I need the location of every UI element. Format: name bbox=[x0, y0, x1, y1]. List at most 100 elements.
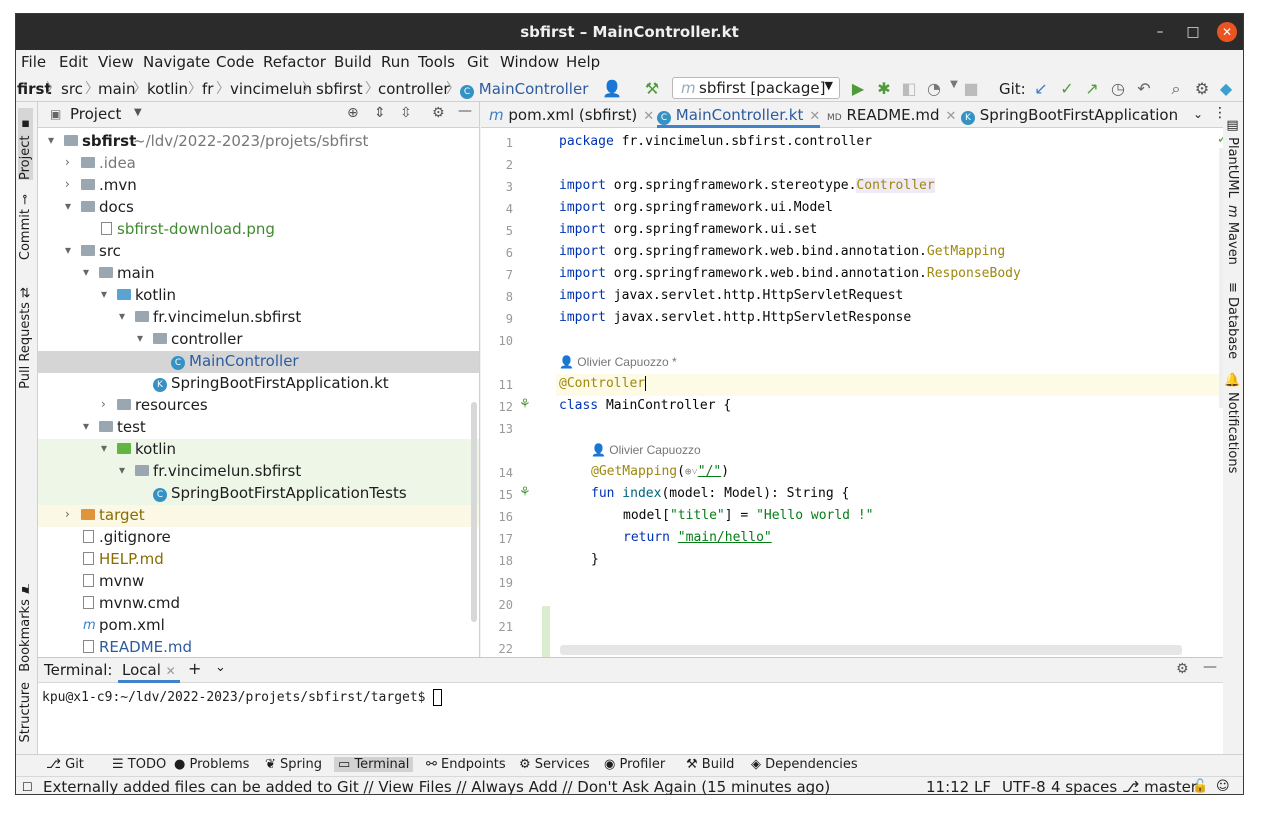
project-scrollbar[interactable] bbox=[471, 402, 477, 622]
stop-icon[interactable]: ■ bbox=[962, 79, 980, 98]
indent-setting[interactable]: 4 spaces bbox=[1051, 778, 1117, 794]
tree-item-controller[interactable]: ▾ controller bbox=[38, 329, 479, 351]
inspection-ok-icon[interactable]: ✓ bbox=[1217, 132, 1223, 147]
caret-position[interactable]: 11:12 bbox=[926, 778, 969, 794]
square-icon[interactable]: ☐ bbox=[22, 780, 33, 794]
menu-refactor[interactable]: Refactor bbox=[263, 53, 326, 71]
breadcrumb-vincimelun[interactable]: vincimelun bbox=[230, 80, 312, 98]
tree-item-main[interactable]: ▾ main bbox=[38, 263, 479, 285]
tool-endpoints[interactable]: ⚯ Endpoints bbox=[426, 757, 506, 772]
code-line-11[interactable]: @Controller bbox=[559, 376, 647, 391]
breadcrumb-fr[interactable]: fr bbox=[202, 80, 213, 98]
breadcrumb-kotlin[interactable]: kotlin bbox=[147, 80, 188, 98]
tab-plantuml[interactable]: ▤ PlantUML bbox=[1225, 118, 1240, 198]
locate-icon[interactable]: ⊕ bbox=[347, 105, 359, 121]
maximize-icon[interactable]: □ bbox=[1183, 22, 1203, 42]
menu-edit[interactable]: Edit bbox=[59, 53, 88, 71]
menu-git[interactable]: Git bbox=[467, 53, 489, 71]
project-header-label[interactable]: Project bbox=[70, 105, 121, 123]
git-commit-icon[interactable]: ✓ bbox=[1058, 79, 1076, 98]
collapse-all-icon[interactable]: ⇳ bbox=[400, 105, 412, 121]
tree-item-application[interactable]: K SpringBootFirstApplication.kt bbox=[38, 373, 479, 395]
chevron-down-icon[interactable]: ▼ bbox=[945, 79, 963, 90]
hammer-icon[interactable]: ⚒ bbox=[643, 79, 661, 98]
code-line-15[interactable]: fun index(model: Model): String { bbox=[591, 486, 849, 501]
code-line-6[interactable]: import org.springframework.web.bind.anno… bbox=[559, 244, 1005, 259]
breadcrumb-controller[interactable]: controller bbox=[378, 80, 450, 98]
close-icon[interactable]: ✕ bbox=[166, 664, 176, 678]
inspector-icon[interactable]: ☺ bbox=[1216, 779, 1230, 794]
tree-item-resources[interactable]: › resources bbox=[38, 395, 479, 417]
run-icon[interactable]: ▶ bbox=[849, 79, 867, 98]
tool-spring[interactable]: ❦ Spring bbox=[265, 757, 322, 772]
menu-window[interactable]: Window bbox=[500, 53, 559, 71]
tree-item-src[interactable]: ▾ src bbox=[38, 241, 479, 263]
code-line-17[interactable]: return "main/hello" bbox=[623, 530, 772, 545]
tree-item-docs[interactable]: ▾ docs bbox=[38, 197, 479, 219]
tree-item-test-package[interactable]: ▾ fr.vincimelun.sbfirst bbox=[38, 461, 479, 483]
rollback-icon[interactable]: ↶ bbox=[1135, 79, 1153, 98]
menu-build[interactable]: Build bbox=[334, 53, 372, 71]
tree-item-gitignore[interactable]: .gitignore bbox=[38, 527, 479, 549]
code-line-14[interactable]: @GetMapping(⊕˅"/") bbox=[591, 464, 729, 479]
tree-item-pom[interactable]: m pom.xml bbox=[38, 615, 479, 637]
tree-item-test-kotlin[interactable]: ▾ kotlin bbox=[38, 439, 479, 461]
spring-bean-icon[interactable]: ⚘ bbox=[519, 397, 531, 412]
terminal-prompt[interactable]: kpu@x1-c9:~/ldv/2022-2023/projets/sbfirs… bbox=[42, 689, 443, 706]
gear-icon[interactable]: ⚙ bbox=[1193, 79, 1211, 98]
tree-item-mvnw-cmd[interactable]: mvnw.cmd bbox=[38, 593, 479, 615]
git-update-icon[interactable]: ↙ bbox=[1032, 79, 1050, 98]
tree-item-test[interactable]: ▾ test bbox=[38, 417, 479, 439]
gear-icon[interactable]: ⚙ bbox=[432, 105, 445, 121]
hide-icon[interactable]: — bbox=[458, 103, 472, 119]
git-branch-widget[interactable]: ⎇ master bbox=[1122, 778, 1197, 794]
menu-run[interactable]: Run bbox=[381, 53, 410, 71]
editor-horizontal-scrollbar[interactable] bbox=[560, 645, 1182, 655]
tool-problems[interactable]: ● Problems bbox=[174, 757, 249, 772]
git-push-icon[interactable]: ↗ bbox=[1083, 79, 1101, 98]
tree-item-tests[interactable]: C SpringBootFirstApplicationTests bbox=[38, 483, 479, 505]
breadcrumb-maincontroller[interactable]: C MainController bbox=[460, 80, 588, 99]
status-message[interactable]: Externally added files can be added to G… bbox=[43, 778, 830, 794]
code-line-8[interactable]: import javax.servlet.http.HttpServletReq… bbox=[559, 288, 903, 303]
code-line-18[interactable]: } bbox=[591, 552, 599, 567]
terminal-tab-local[interactable]: Local ✕ bbox=[118, 658, 180, 683]
more-icon[interactable]: ⋮ bbox=[1213, 105, 1223, 121]
code-line-12[interactable]: class MainController { bbox=[559, 398, 731, 413]
tree-root[interactable]: ▾ sbfirst ~/ldv/2022-2023/projets/sbfirs… bbox=[38, 131, 479, 153]
close-icon[interactable]: ✕ bbox=[946, 109, 957, 124]
chevron-down-icon[interactable]: ⌄ bbox=[215, 660, 226, 675]
menu-view[interactable]: View bbox=[98, 53, 134, 71]
gear-icon[interactable]: ⚙ bbox=[1176, 661, 1189, 677]
tree-item-maincontroller[interactable]: C MainController bbox=[38, 351, 479, 373]
tab-maven[interactable]: m Maven bbox=[1225, 205, 1240, 265]
tab-pom[interactable]: m pom.xml (sbfirst) ✕ bbox=[489, 102, 654, 128]
close-icon[interactable]: ✕ bbox=[809, 109, 820, 124]
lock-icon[interactable]: 🔓 bbox=[1192, 779, 1208, 794]
breadcrumb-src[interactable]: src bbox=[61, 80, 83, 98]
tree-item-package[interactable]: ▾ fr.vincimelun.sbfirst bbox=[38, 307, 479, 329]
expand-all-icon[interactable]: ⇕ bbox=[374, 105, 386, 121]
editor-scrollbar[interactable] bbox=[1219, 148, 1223, 408]
file-encoding[interactable]: UTF-8 bbox=[1002, 778, 1046, 794]
tree-item-png[interactable]: sbfirst-download.png bbox=[38, 219, 479, 241]
code-line-5[interactable]: import org.springframework.ui.set bbox=[559, 222, 817, 237]
menu-file[interactable]: File bbox=[21, 53, 46, 71]
menu-code[interactable]: Code bbox=[216, 53, 254, 71]
code-line-1[interactable]: package fr.vincimelun.sbfirst.controller bbox=[559, 134, 872, 149]
tool-build[interactable]: ⚒ Build bbox=[686, 757, 734, 772]
tree-item-idea[interactable]: › .idea bbox=[38, 153, 479, 175]
author-hint[interactable]: 👤 Olivier Capuozzo bbox=[591, 443, 701, 457]
tool-todo[interactable]: ☰ TODO bbox=[112, 757, 166, 772]
breadcrumb-main[interactable]: main bbox=[98, 80, 135, 98]
search-icon[interactable]: ⌕ bbox=[1167, 79, 1185, 99]
tab-application[interactable]: K SpringBootFirstApplication bbox=[961, 102, 1191, 128]
tab-readme[interactable]: MD README.md ✕ bbox=[827, 102, 956, 128]
tree-item-help[interactable]: HELP.md bbox=[38, 549, 479, 571]
chevron-down-icon[interactable]: ▼ bbox=[134, 107, 142, 118]
menu-navigate[interactable]: Navigate bbox=[143, 53, 210, 71]
tab-commit[interactable]: Commit ⊸ bbox=[18, 194, 33, 260]
code-line-16[interactable]: model["title"] = "Hello world !" bbox=[623, 508, 873, 523]
tab-notifications[interactable]: 🔔 Notifications bbox=[1225, 372, 1240, 473]
line-separator[interactable]: LF bbox=[974, 778, 991, 794]
